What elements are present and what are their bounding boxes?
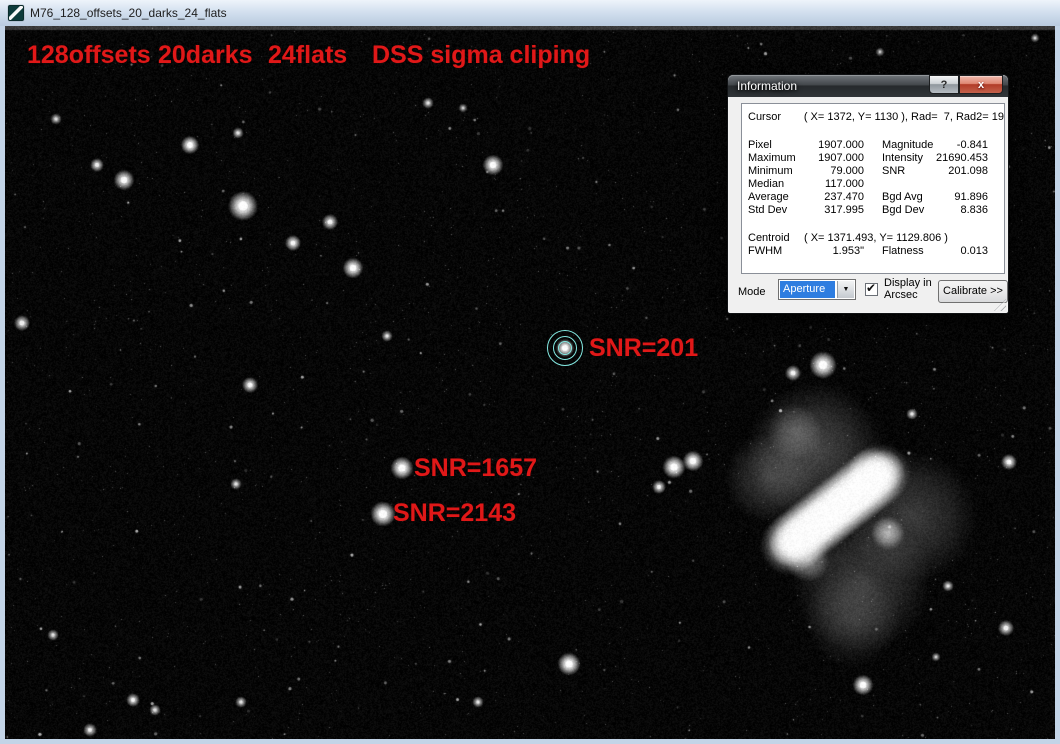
dialog-title: Information	[737, 79, 797, 93]
cursor-row: Cursor ( X= 1372, Y= 1130 ), Rad= 7, Rad…	[742, 111, 1004, 124]
mode-label: Mode	[738, 286, 766, 298]
mode-selected-value: Aperture	[780, 281, 835, 298]
fwhm-value: 1.953"	[804, 245, 864, 258]
centroid-row: Centroid ( X= 1371.493, Y= 1129.806 )	[742, 232, 1004, 245]
snr-label: SNR=1657	[414, 454, 537, 483]
close-button[interactable]: x	[959, 75, 1003, 94]
calibrate-button[interactable]: Calibrate >>	[938, 280, 1008, 303]
display-in-arcsec-label: Display in Arcsec	[884, 277, 932, 301]
cursor-label: Cursor	[748, 111, 804, 124]
stat-row: Maximum1907.000Intensity21690.453	[742, 152, 1004, 165]
stat-row: Average237.470Bgd Avg91.896	[742, 191, 1004, 204]
display-in-arcsec-checkbox[interactable]: ✔	[865, 283, 878, 296]
chevron-down-icon[interactable]: ▼	[837, 281, 854, 298]
snr-label: 128offsets	[27, 41, 151, 70]
window-titlebar[interactable]: M76_128_offsets_20_darks_24_flats	[0, 0, 1060, 26]
information-dialog: Information ? x Cursor ( X= 1372, Y= 113…	[727, 74, 1009, 314]
fwhm-row: FWHM 1.953" Flatness 0.013	[742, 245, 1004, 258]
flatness-label: Flatness	[882, 245, 936, 258]
aperture-circle	[547, 330, 583, 366]
stat-row: Pixel1907.000Magnitude-0.841	[742, 139, 1004, 152]
centroid-value: ( X= 1371.493, Y= 1129.806 )	[804, 232, 948, 245]
flatness-value: 0.013	[936, 245, 988, 258]
fwhm-label: FWHM	[748, 245, 804, 258]
help-button[interactable]: ?	[929, 75, 959, 94]
snr-label: 20darks	[158, 41, 253, 70]
stat-row: Minimum79.000SNR201.098	[742, 165, 1004, 178]
centroid-label: Centroid	[748, 232, 804, 245]
dialog-titlebar[interactable]: Information ? x	[728, 75, 1008, 97]
mode-dropdown[interactable]: Aperture ▼	[778, 279, 856, 300]
statistics-panel: Cursor ( X= 1372, Y= 1130 ), Rad= 7, Rad…	[741, 103, 1005, 274]
stat-row: Median117.000	[742, 178, 1004, 191]
stat-row: Std Dev317.995Bgd Dev8.836	[742, 204, 1004, 217]
window-title: M76_128_offsets_20_darks_24_flats	[30, 6, 227, 20]
app-icon[interactable]	[8, 5, 24, 21]
checkmark-icon: ✔	[866, 281, 876, 295]
snr-label: DSS sigma cliping	[372, 41, 590, 70]
snr-label: SNR=2143	[393, 499, 516, 528]
cursor-value: ( X= 1372, Y= 1130 ), Rad= 7, Rad2= 19	[804, 111, 1004, 124]
snr-label: 24flats	[268, 41, 347, 70]
snr-label: SNR=201	[589, 334, 698, 363]
application-window: M76_128_offsets_20_darks_24_flats 128off…	[0, 0, 1060, 744]
